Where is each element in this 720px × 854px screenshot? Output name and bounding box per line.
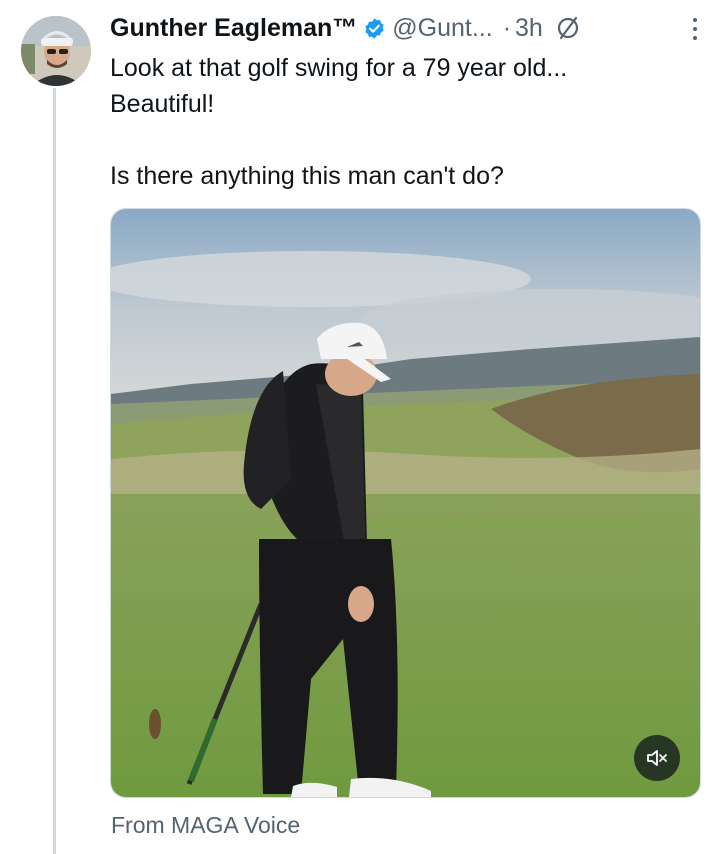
- avatar[interactable]: [21, 16, 91, 86]
- tweet-text: Look at that golf swing for a 79 year ol…: [110, 50, 690, 194]
- mute-button[interactable]: [634, 735, 680, 781]
- tweet-line-1: Look at that golf swing for a 79 year ol…: [110, 54, 568, 82]
- separator-dot: ·: [502, 13, 512, 42]
- muted-speaker-icon: [647, 750, 667, 766]
- source-attribution[interactable]: From MAGA Voice: [111, 812, 300, 839]
- thread-line: [53, 88, 56, 854]
- timestamp[interactable]: 3h: [515, 14, 543, 43]
- more-options-icon[interactable]: [692, 18, 698, 40]
- tweet-header: Gunther Eagleman™ @Gunt... · 3h: [110, 10, 700, 46]
- video-frame: [111, 209, 700, 797]
- video-player[interactable]: [110, 208, 701, 798]
- avatar-image: [21, 16, 91, 86]
- tweet-line-3: Is there anything this man can't do?: [110, 162, 504, 190]
- author-name[interactable]: Gunther Eagleman™: [110, 14, 357, 43]
- tweet-line-2: Beautiful!: [110, 90, 215, 118]
- verified-badge-icon: [365, 17, 384, 39]
- grok-icon[interactable]: [555, 15, 581, 41]
- author-handle[interactable]: @Gunt...: [392, 14, 492, 43]
